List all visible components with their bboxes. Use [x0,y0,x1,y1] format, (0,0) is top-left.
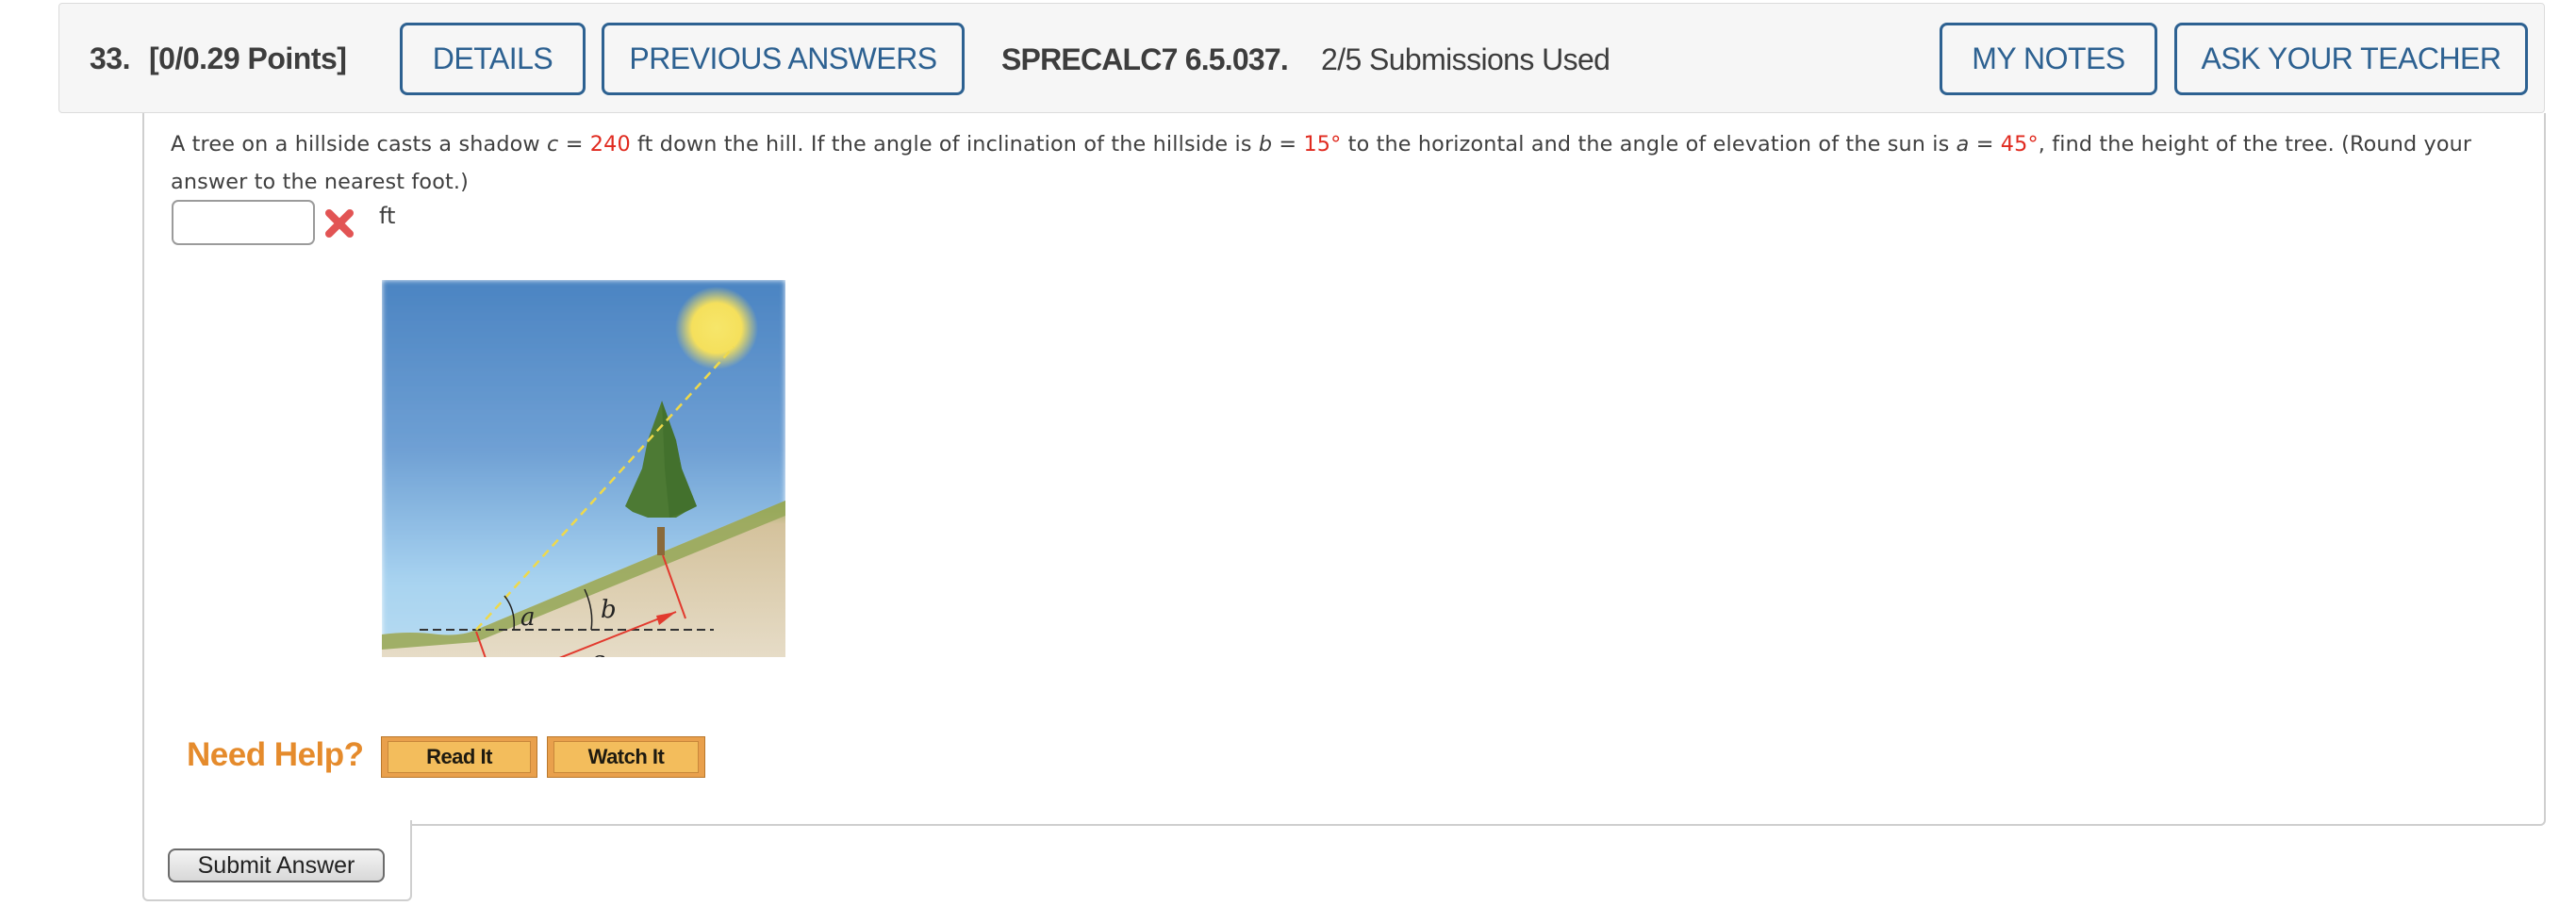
problem-text-part: A tree on a hillside casts a shadow [171,132,548,156]
problem-text: A tree on a hillside casts a shadow c = … [171,125,2490,201]
read-it-label: Read It [388,741,531,773]
value-c: 240 [589,132,631,156]
need-help-label: Need Help? [187,736,364,773]
my-notes-button[interactable]: MY NOTES [1940,23,2157,95]
variable-a: a [1956,132,1970,156]
label-a: a [520,603,536,632]
watch-it-button[interactable]: Watch It [547,736,705,778]
tree-hillside-figure: a b c [382,280,785,657]
tree-trunk [657,527,665,555]
sun-icon [675,287,758,370]
watch-it-label: Watch It [553,741,699,773]
submissions-used: 2/5 Submissions Used [1321,42,1610,76]
problem-text-part: to the horizontal and the angle of eleva… [1341,132,1957,156]
label-c: c [591,647,605,657]
read-it-button[interactable]: Read It [381,736,537,778]
answer-input[interactable] [172,200,315,245]
ask-your-teacher-button[interactable]: ASK YOUR TEACHER [2174,23,2528,95]
answer-unit: ft [379,203,396,229]
equals-sign: = [1969,132,2001,156]
submit-answer-button[interactable]: Submit Answer [168,848,385,882]
question-number: 33. [90,41,130,75]
question-id: SPRECALC7 6.5.037. [1001,42,1289,76]
equals-sign: = [558,132,590,156]
value-b: 15° [1303,132,1342,156]
previous-answers-button[interactable]: PREVIOUS ANSWERS [602,23,965,95]
value-a: 45° [2000,132,2039,156]
question-header: 33. [0/0.29 Points] DETAILS PREVIOUS ANS… [58,3,2545,113]
question-points: [0/0.29 Points] [149,41,347,75]
details-button[interactable]: DETAILS [400,23,586,95]
variable-c: c [547,132,559,156]
incorrect-x-icon [325,209,354,238]
problem-text-part: ft down the hill. If the angle of inclin… [630,132,1259,156]
variable-b: b [1258,132,1273,156]
label-b: b [601,596,617,624]
equals-sign: = [1272,132,1304,156]
